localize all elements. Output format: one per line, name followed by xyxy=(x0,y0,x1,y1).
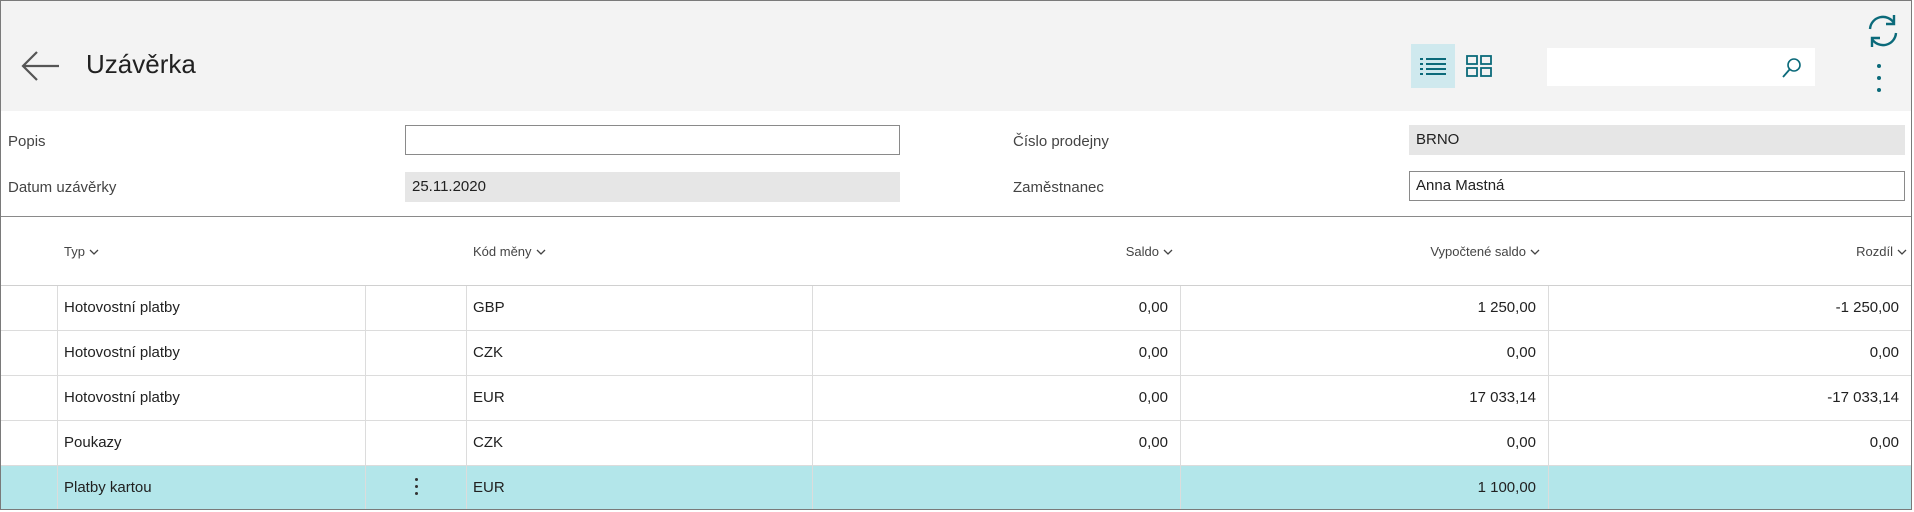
cell-saldo[interactable]: 0,00 xyxy=(813,331,1180,375)
list-view-icon xyxy=(1420,58,1446,75)
popis-label: Popis xyxy=(8,133,46,150)
cell-saldo[interactable] xyxy=(813,466,1180,509)
chevron-down-icon xyxy=(89,249,99,255)
column-header-label: Saldo xyxy=(1125,244,1159,259)
column-header-typ[interactable]: Typ xyxy=(64,244,99,259)
cell-vypoctene-saldo[interactable]: 1 250,00 xyxy=(1181,286,1548,330)
column-header-label: Vypočtené saldo xyxy=(1430,244,1526,259)
list-view-button[interactable] xyxy=(1411,44,1455,88)
search-box xyxy=(1547,48,1815,86)
chevron-down-icon xyxy=(1897,249,1907,255)
table-row[interactable]: Hotovostní platby CZK 0,00 0,00 0,00 xyxy=(1,331,1911,376)
app-window: Uzávěrka Popis Datum uzávěrky 25.11.2020… xyxy=(0,0,1912,510)
cell-kod-meny[interactable]: EUR xyxy=(467,466,511,509)
cell-typ[interactable]: Hotovostní platby xyxy=(58,331,186,375)
datum-field: 25.11.2020 xyxy=(405,172,900,202)
cell-saldo[interactable]: 0,00 xyxy=(813,376,1180,420)
chevron-down-icon xyxy=(536,249,546,255)
cell-rozdil[interactable]: -17 033,14 xyxy=(1549,376,1911,420)
more-vertical-icon xyxy=(411,478,421,495)
cell-vypoctene-saldo[interactable]: 0,00 xyxy=(1181,331,1548,375)
prodejna-field: BRNO xyxy=(1409,125,1905,155)
column-header-label: Typ xyxy=(64,244,85,259)
cell-kod-meny[interactable]: CZK xyxy=(467,421,509,465)
column-header-rozdil[interactable]: Rozdíl xyxy=(1701,244,1907,259)
cell-kod-meny[interactable]: EUR xyxy=(467,376,511,420)
datum-label: Datum uzávěrky xyxy=(8,179,117,196)
cell-saldo[interactable]: 0,00 xyxy=(813,421,1180,465)
more-vertical-icon xyxy=(1869,64,1889,92)
cell-saldo[interactable]: 0,00 xyxy=(813,286,1180,330)
prodejna-label: Číslo prodejny xyxy=(1013,133,1109,150)
chevron-down-icon xyxy=(1163,249,1173,255)
refresh-icon xyxy=(1868,15,1898,47)
column-header-kod-meny[interactable]: Kód měny xyxy=(473,244,546,259)
table-row[interactable]: Poukazy CZK 0,00 0,00 0,00 xyxy=(1,421,1911,466)
tile-view-icon xyxy=(1466,55,1492,77)
cell-rozdil[interactable]: 0,00 xyxy=(1549,421,1911,465)
tile-view-button[interactable] xyxy=(1457,44,1501,88)
cell-rozdil[interactable] xyxy=(1549,466,1911,509)
zamestnanec-label: Zaměstnanec xyxy=(1013,179,1104,196)
search-icon[interactable] xyxy=(1781,57,1803,79)
more-options-button[interactable] xyxy=(1869,64,1889,104)
cell-vypoctene-saldo[interactable]: 17 033,14 xyxy=(1181,376,1548,420)
section-divider xyxy=(1,216,1911,217)
column-header-label: Rozdíl xyxy=(1856,244,1893,259)
zamestnanec-field[interactable]: Anna Mastná xyxy=(1409,171,1905,201)
cell-typ[interactable]: Hotovostní platby xyxy=(58,376,186,420)
chevron-down-icon xyxy=(1530,249,1540,255)
page-header: Uzávěrka xyxy=(1,1,1911,111)
cell-typ[interactable]: Hotovostní platby xyxy=(58,286,186,330)
cell-kod-meny[interactable]: CZK xyxy=(467,331,509,375)
popis-field[interactable] xyxy=(405,125,900,155)
cell-typ[interactable]: Platby kartou xyxy=(58,466,158,509)
cell-rozdil[interactable]: -1 250,00 xyxy=(1549,286,1911,330)
cell-kod-meny[interactable]: GBP xyxy=(467,286,511,330)
back-button[interactable] xyxy=(19,49,61,83)
table-row-selected[interactable]: Platby kartou EUR 1 100,00 xyxy=(1,466,1911,509)
row-actions-button[interactable] xyxy=(411,478,421,500)
column-header-saldo[interactable]: Saldo xyxy=(1001,244,1173,259)
cell-vypoctene-saldo[interactable]: 0,00 xyxy=(1181,421,1548,465)
back-arrow-icon xyxy=(21,51,59,81)
cell-typ[interactable]: Poukazy xyxy=(58,421,128,465)
column-header-label: Kód měny xyxy=(473,244,532,259)
table-row[interactable]: Hotovostní platby GBP 0,00 1 250,00 -1 2… xyxy=(1,286,1911,331)
cell-vypoctene-saldo[interactable]: 1 100,00 xyxy=(1181,466,1548,509)
column-header-vypoctene-saldo[interactable]: Vypočtené saldo xyxy=(1301,244,1540,259)
refresh-button[interactable] xyxy=(1863,11,1903,51)
cell-rozdil[interactable]: 0,00 xyxy=(1549,331,1911,375)
page-title: Uzávěrka xyxy=(86,49,196,79)
table-row[interactable]: Hotovostní platby EUR 0,00 17 033,14 -17… xyxy=(1,376,1911,421)
search-input[interactable] xyxy=(1555,56,1769,80)
